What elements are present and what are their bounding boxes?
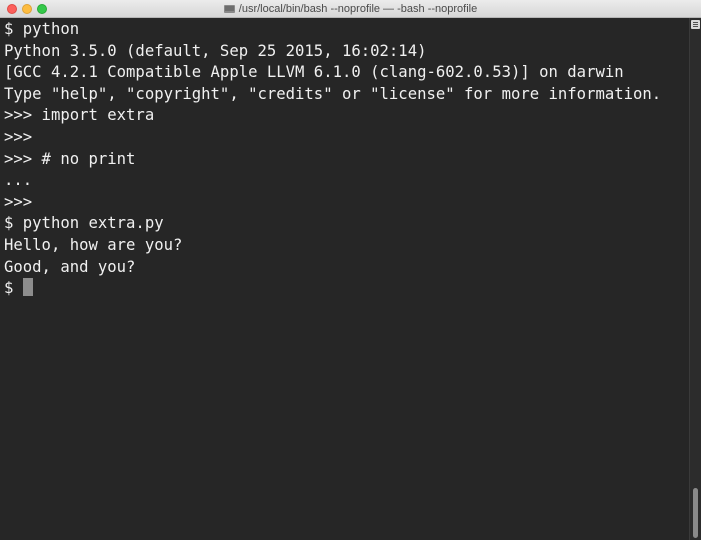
window-title: /usr/local/bin/bash --noprofile — -bash … [238, 3, 478, 15]
title-bar[interactable]: /usr/local/bin/bash --noprofile — -bash … [0, 0, 701, 18]
terminal-line: $ python extra.py [4, 214, 164, 233]
terminal-line: [GCC 4.2.1 Compatible Apple LLVM 6.1.0 (… [4, 63, 624, 82]
terminal-line: Python 3.5.0 (default, Sep 25 2015, 16:0… [4, 41, 427, 60]
vertical-scrollbar[interactable] [689, 18, 701, 540]
scrollbar-menu-icon[interactable] [691, 20, 700, 29]
terminal-line: >>> # no print [4, 149, 136, 168]
terminal-line: $ python [4, 20, 80, 38]
terminal-line: >>> [4, 192, 33, 211]
terminal-line: Hello, how are you? [4, 235, 183, 254]
scrollbar-thumb[interactable] [693, 488, 698, 538]
current-prompt-line[interactable]: $ [4, 278, 689, 300]
shell-prompt: $ [4, 279, 23, 298]
terminal-window: /usr/local/bin/bash --noprofile — -bash … [0, 0, 701, 540]
terminal-line: Good, and you? [4, 257, 136, 276]
window-title-area: /usr/local/bin/bash --noprofile — -bash … [0, 0, 701, 18]
folder-icon [223, 5, 235, 13]
terminal-line: >>> import extra [4, 106, 155, 125]
text-cursor [22, 278, 33, 297]
terminal-line: ... [4, 171, 33, 190]
terminal-line: Type "help", "copyright", "credits" or "… [4, 84, 662, 103]
terminal-line: >>> [4, 127, 33, 146]
terminal-output[interactable]: $ python Python 3.5.0 (default, Sep 25 2… [0, 18, 689, 540]
